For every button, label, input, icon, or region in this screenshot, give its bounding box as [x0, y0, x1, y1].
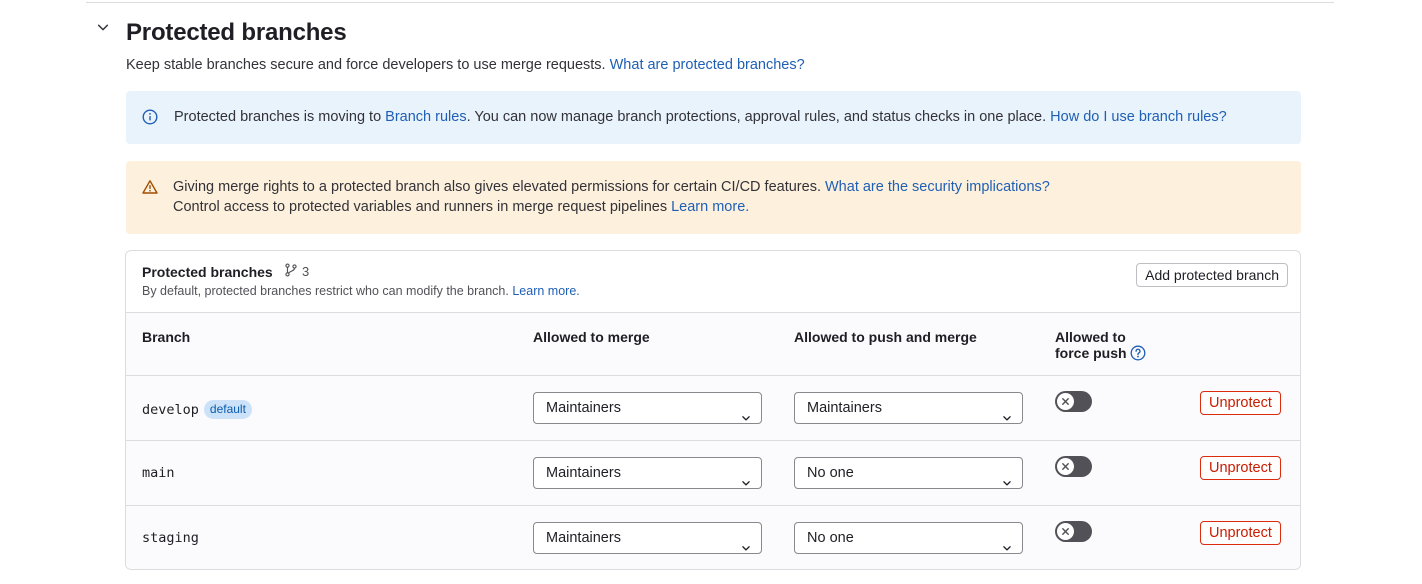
add-protected-branch-button[interactable]: Add protected branch: [1136, 263, 1288, 287]
column-header-allowed-to-push: Allowed to push and merge: [794, 329, 977, 345]
force-push-toggle[interactable]: [1055, 391, 1092, 412]
unprotect-button[interactable]: Unprotect: [1200, 456, 1281, 480]
force-push-header-line2: force push: [1055, 345, 1127, 361]
allowed-to-merge-value: Maintainers: [546, 400, 621, 416]
close-icon: [1057, 393, 1074, 410]
learn-more-link[interactable]: Learn more.: [671, 199, 749, 215]
card-subtitle: By default, protected branches restrict …: [142, 284, 580, 298]
card-subtitle-text: By default, protected branches restrict …: [142, 284, 509, 298]
branch-name-cell: develop default: [142, 400, 252, 419]
section-description: Keep stable branches secure and force de…: [126, 57, 805, 73]
table-row: staging Maintainers No one Unprotect: [126, 506, 1300, 569]
force-push-toggle[interactable]: [1055, 456, 1092, 477]
branch-name: staging: [142, 530, 199, 546]
close-icon: [1057, 523, 1074, 540]
allowed-to-merge-value: Maintainers: [546, 530, 621, 546]
allowed-to-push-value: Maintainers: [807, 400, 882, 416]
chevron-down-icon: [741, 469, 751, 499]
warning-triangle-icon: [142, 179, 158, 198]
branch-count: 3: [284, 263, 309, 280]
info-text-middle: . You can now manage branch protections,…: [466, 109, 1047, 125]
allowed-to-push-select[interactable]: No one: [794, 457, 1023, 489]
unprotect-button[interactable]: Unprotect: [1200, 521, 1281, 545]
security-implications-link[interactable]: What are the security implications?: [825, 179, 1050, 195]
card-learn-more-link[interactable]: Learn more.: [512, 284, 579, 298]
allowed-to-push-value: No one: [807, 465, 854, 481]
warning-line1: Giving merge rights to a protected branc…: [173, 179, 821, 195]
info-circle-icon: [142, 109, 158, 128]
protected-branches-card: Protected branches 3 By default, protect…: [125, 250, 1301, 570]
chevron-down-icon: [1002, 534, 1012, 564]
card-header: Protected branches 3 By default, protect…: [126, 251, 1300, 312]
card-title: Protected branches: [142, 264, 273, 280]
question-circle-icon[interactable]: [1130, 345, 1146, 364]
close-icon: [1057, 458, 1074, 475]
warning-alert: Giving merge rights to a protected branc…: [126, 161, 1301, 234]
info-text-before: Protected branches is moving to: [174, 109, 382, 125]
chevron-down-icon: [1002, 469, 1012, 499]
branch-count-value: 3: [302, 264, 310, 279]
section-description-text: Keep stable branches secure and force de…: [126, 57, 606, 73]
how-to-use-branch-rules-link[interactable]: How do I use branch rules?: [1050, 109, 1227, 125]
info-alert: Protected branches is moving to Branch r…: [126, 91, 1301, 144]
branch-icon: [284, 263, 298, 280]
top-divider: [86, 2, 1334, 3]
branch-name: main: [142, 465, 175, 481]
allowed-to-push-select[interactable]: Maintainers: [794, 392, 1023, 424]
what-are-protected-branches-link[interactable]: What are protected branches?: [610, 57, 805, 73]
allowed-to-merge-value: Maintainers: [546, 465, 621, 481]
unprotect-button[interactable]: Unprotect: [1200, 391, 1281, 415]
table-header: Branch Allowed to merge Allowed to push …: [126, 312, 1300, 376]
warning-alert-text: Giving merge rights to a protected branc…: [173, 177, 1050, 217]
allowed-to-merge-select[interactable]: Maintainers: [533, 457, 762, 489]
table-row: develop default Maintainers Maintainers …: [126, 376, 1300, 441]
section-title: Protected branches: [126, 19, 347, 46]
default-badge: default: [203, 400, 252, 419]
branch-rules-link[interactable]: Branch rules: [385, 109, 466, 125]
column-header-force-push: Allowed to force push: [1055, 329, 1146, 364]
allowed-to-merge-select[interactable]: Maintainers: [533, 522, 762, 554]
warning-line2: Control access to protected variables an…: [173, 199, 668, 215]
section-collapse-toggle[interactable]: [94, 18, 112, 36]
chevron-down-icon: [1002, 404, 1012, 434]
column-header-branch: Branch: [142, 329, 191, 345]
allowed-to-push-value: No one: [807, 530, 854, 546]
branch-name: develop: [142, 401, 199, 418]
column-header-allowed-to-merge: Allowed to merge: [533, 329, 650, 345]
chevron-down-icon: [741, 404, 751, 434]
info-alert-text: Protected branches is moving to Branch r…: [174, 107, 1227, 127]
table-row: main Maintainers No one Unprotect: [126, 441, 1300, 506]
chevron-down-icon[interactable]: [94, 18, 112, 36]
force-push-toggle[interactable]: [1055, 521, 1092, 542]
branch-name-cell: main: [142, 465, 175, 481]
allowed-to-merge-select[interactable]: Maintainers: [533, 392, 762, 424]
force-push-header-line1: Allowed to: [1055, 329, 1126, 345]
branch-name-cell: staging: [142, 530, 199, 546]
chevron-down-icon: [741, 534, 751, 564]
allowed-to-push-select[interactable]: No one: [794, 522, 1023, 554]
